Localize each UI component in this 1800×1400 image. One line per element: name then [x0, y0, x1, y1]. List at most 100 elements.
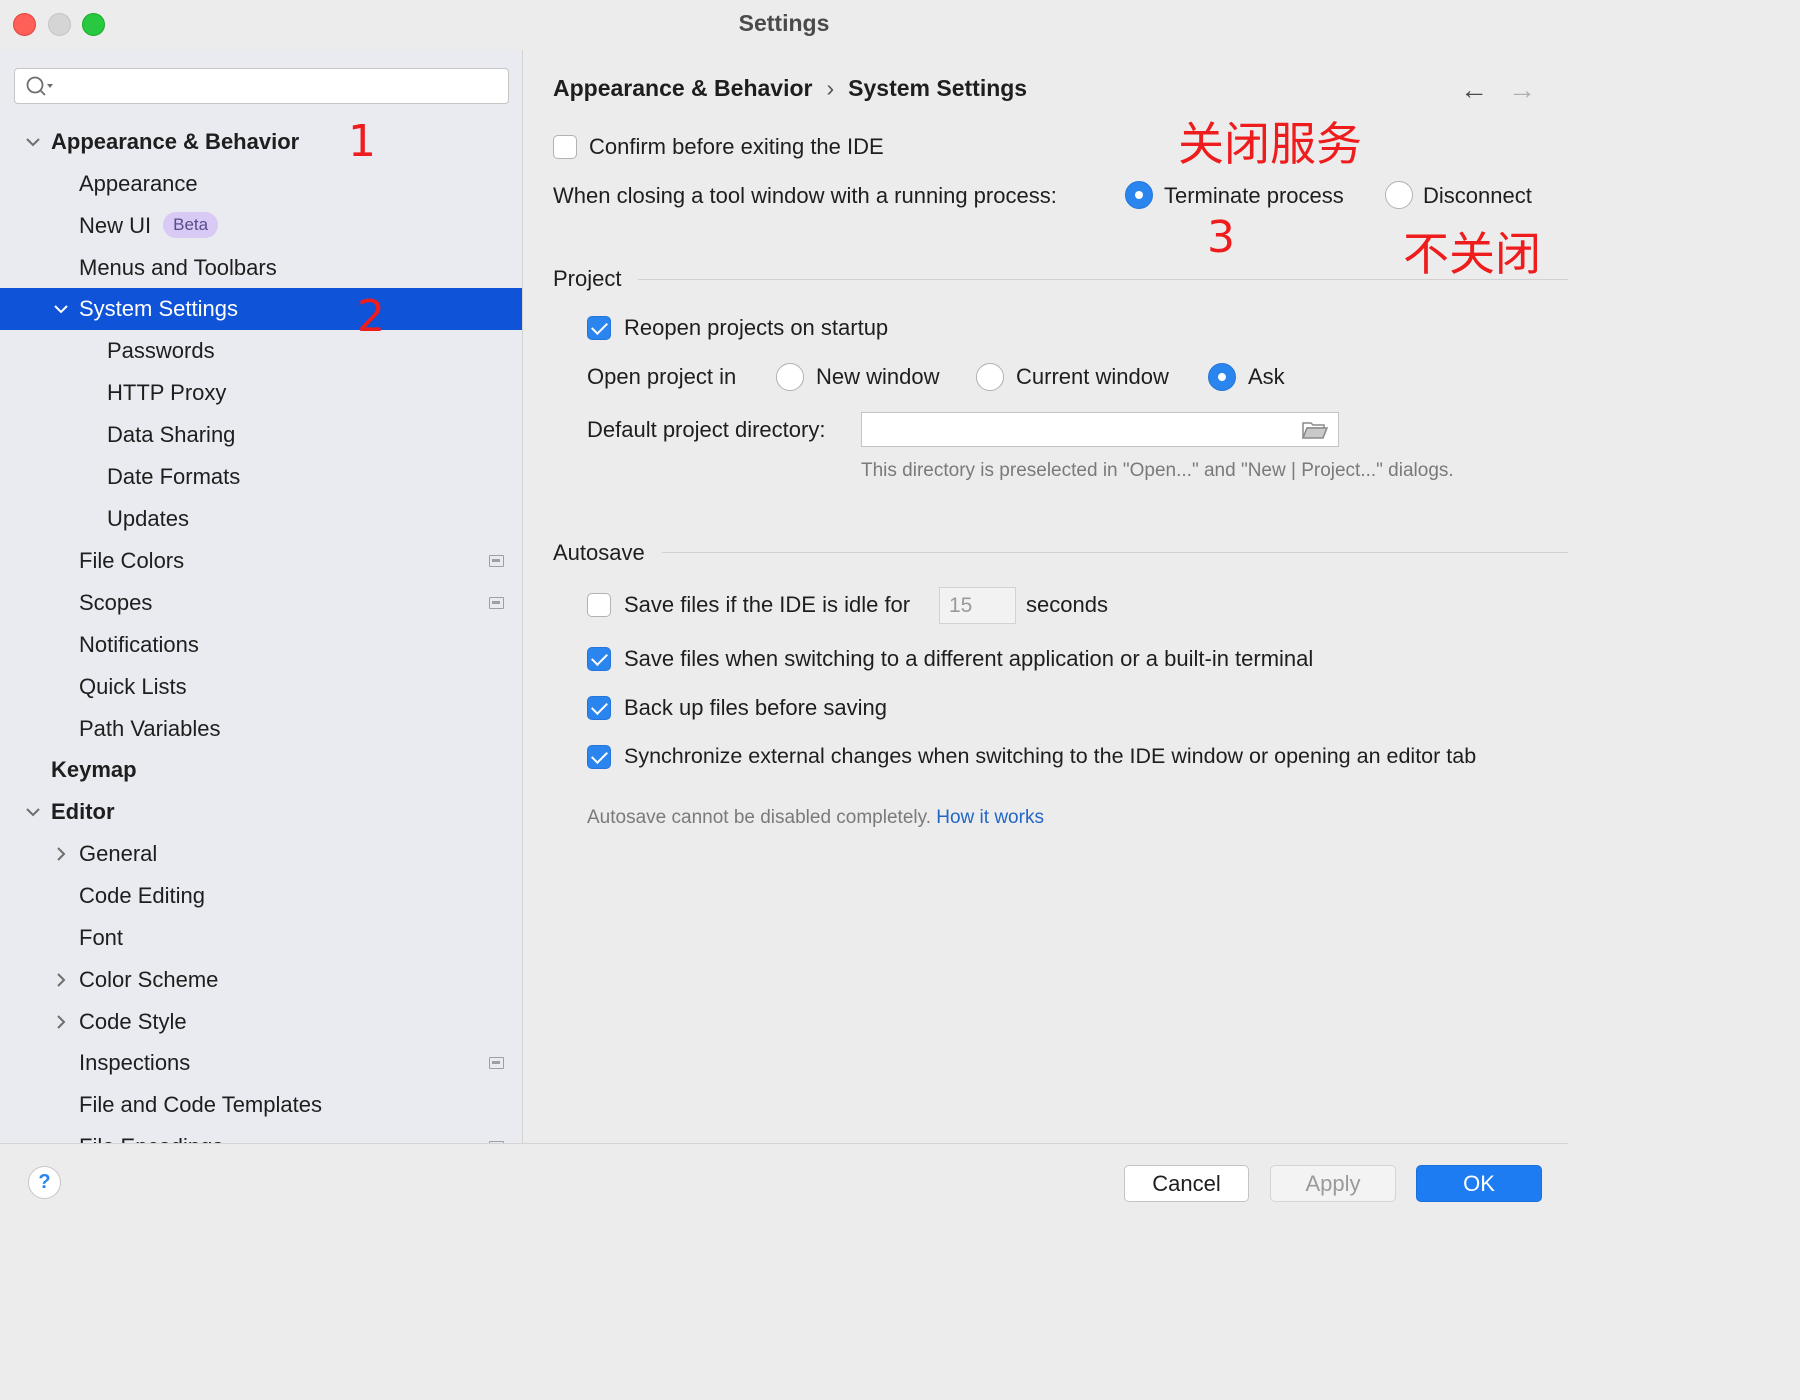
tree-item-scopes[interactable]: Scopes: [0, 582, 522, 624]
autosave-note: Autosave cannot be disabled completely. …: [587, 807, 1044, 829]
backup-files-label: Back up files before saving: [624, 695, 887, 720]
autosave-note-text: Autosave cannot be disabled completely.: [587, 807, 931, 828]
disconnect-radio[interactable]: [1385, 181, 1413, 209]
tree-item-file-code-templates[interactable]: File and Code Templates: [0, 1084, 522, 1126]
default-directory-hint: This directory is preselected in "Open..…: [861, 460, 1454, 481]
sync-external-checkbox[interactable]: [587, 745, 611, 769]
tree-item-label: Inspections: [79, 1050, 191, 1075]
save-on-switch-label: Save files when switching to a different…: [624, 646, 1314, 671]
tree-item-label: Color Scheme: [79, 967, 219, 992]
new-window-radio[interactable]: [776, 363, 804, 391]
chevron-down-icon[interactable]: [51, 299, 71, 319]
tree-item-appearance-behavior[interactable]: Appearance & Behavior: [0, 121, 522, 163]
tree-item-new-ui[interactable]: New UI Beta: [0, 205, 522, 247]
tree-item-label: Appearance: [79, 171, 198, 196]
tree-item-system-settings[interactable]: System Settings: [0, 288, 522, 330]
tree-item-appearance[interactable]: Appearance: [0, 163, 522, 205]
tree-item-label: Code Style: [79, 1009, 187, 1034]
annotation-number-3: 3: [1207, 212, 1235, 263]
dialog-footer: ? Cancel Apply OK: [0, 1143, 1568, 1220]
tree-item-code-style[interactable]: Code Style: [0, 1001, 522, 1043]
annotation-number-2: 2: [357, 291, 385, 342]
search-icon: [26, 76, 53, 96]
sync-external-label: Synchronize external changes when switch…: [624, 744, 1477, 768]
how-it-works-link[interactable]: How it works: [936, 807, 1044, 828]
tree-item-label: Appearance & Behavior: [51, 129, 300, 154]
apply-button[interactable]: Apply: [1270, 1165, 1396, 1202]
tree-item-label: Passwords: [107, 338, 215, 363]
confirm-exit-checkbox[interactable]: [553, 135, 577, 159]
tree-item-label: Code Editing: [79, 883, 205, 908]
default-directory-field[interactable]: [861, 412, 1339, 447]
tree-item-quick-lists[interactable]: Quick Lists: [0, 666, 522, 708]
new-window-label: New window: [816, 364, 940, 389]
help-button[interactable]: ?: [28, 1166, 61, 1199]
window-title: Settings: [738, 10, 830, 36]
tree-item-label: HTTP Proxy: [107, 380, 227, 405]
breadcrumb-parent[interactable]: Appearance & Behavior: [553, 75, 812, 101]
tree-item-label: General: [79, 841, 158, 866]
closing-process-label: When closing a tool window with a runnin…: [553, 183, 1057, 208]
tree-item-text: New UI: [79, 213, 152, 238]
backup-files-checkbox[interactable]: [587, 696, 611, 720]
tree-item-label: File Encodings: [79, 1126, 223, 1143]
ask-radio[interactable]: [1208, 363, 1236, 391]
annotation-number-1: 1: [348, 116, 376, 167]
ok-button[interactable]: OK: [1416, 1165, 1542, 1202]
chevron-right-icon[interactable]: [51, 1012, 71, 1032]
confirm-exit-label: Confirm before exiting the IDE: [589, 134, 884, 159]
tree-item-file-encodings[interactable]: File Encodings: [0, 1126, 522, 1143]
tree-item-label: Data Sharing: [107, 422, 236, 447]
tree-item-date-formats[interactable]: Date Formats: [0, 456, 522, 498]
tree-item-editor[interactable]: Editor: [0, 791, 522, 833]
tree-item-file-colors[interactable]: File Colors: [0, 540, 522, 582]
tree-item-color-scheme[interactable]: Color Scheme: [0, 959, 522, 1001]
save-idle-checkbox[interactable]: [587, 593, 611, 617]
settings-sidebar: Appearance & Behavior Appearance New UI B…: [0, 50, 523, 1143]
tree-item-label: New UI Beta: [79, 205, 219, 247]
tree-item-passwords[interactable]: Passwords: [0, 330, 522, 372]
breadcrumb-separator: ›: [826, 75, 835, 101]
tree-item-keymap[interactable]: Keymap: [0, 749, 522, 791]
tree-item-label: Updates: [107, 506, 189, 531]
project-level-icon: [489, 597, 504, 609]
tree-item-label: Font: [79, 925, 124, 950]
search-input[interactable]: [14, 68, 509, 104]
terminate-process-radio[interactable]: [1125, 181, 1153, 209]
chevron-right-icon[interactable]: [51, 844, 71, 864]
tree-item-label: Quick Lists: [79, 674, 187, 699]
forward-arrow-icon[interactable]: →: [1508, 76, 1536, 104]
reopen-projects-label: Reopen projects on startup: [624, 315, 889, 340]
tree-item-label: Path Variables: [79, 716, 221, 741]
tree-item-menus-toolbars[interactable]: Menus and Toolbars: [0, 247, 522, 289]
current-window-radio[interactable]: [976, 363, 1004, 391]
back-arrow-icon[interactable]: ←: [1460, 76, 1488, 104]
disconnect-label: Disconnect: [1423, 183, 1532, 208]
tree-item-path-variables[interactable]: Path Variables: [0, 708, 522, 750]
chevron-right-icon[interactable]: [51, 970, 71, 990]
beta-badge: Beta: [163, 212, 219, 238]
tree-item-label: File Colors: [79, 548, 185, 573]
tree-item-font[interactable]: Font: [0, 917, 522, 959]
tree-item-updates[interactable]: Updates: [0, 498, 522, 540]
breadcrumb: Appearance & Behavior › System Settings: [553, 75, 1027, 102]
default-directory-label: Default project directory:: [587, 417, 826, 442]
reopen-projects-checkbox[interactable]: [587, 316, 611, 340]
folder-icon[interactable]: [1302, 420, 1328, 440]
chevron-down-icon[interactable]: [23, 802, 43, 822]
idle-seconds-input[interactable]: 15: [939, 587, 1016, 624]
tree-item-http-proxy[interactable]: HTTP Proxy: [0, 372, 522, 414]
tree-item-general[interactable]: General: [0, 833, 522, 875]
tree-item-inspections[interactable]: Inspections: [0, 1042, 522, 1084]
project-level-icon: [489, 1057, 504, 1069]
save-idle-label: Save files if the IDE is idle for: [624, 592, 911, 617]
terminate-process-label: Terminate process: [1164, 183, 1344, 208]
tree-item-label: Menus and Toolbars: [79, 255, 277, 280]
cancel-button[interactable]: Cancel: [1124, 1165, 1249, 1202]
save-on-switch-checkbox[interactable]: [587, 647, 611, 671]
tree-item-notifications[interactable]: Notifications: [0, 624, 522, 666]
chevron-down-icon[interactable]: [23, 132, 43, 152]
tree-item-data-sharing[interactable]: Data Sharing: [0, 414, 522, 456]
tree-item-code-editing[interactable]: Code Editing: [0, 875, 522, 917]
tree-item-label: Notifications: [79, 632, 199, 657]
